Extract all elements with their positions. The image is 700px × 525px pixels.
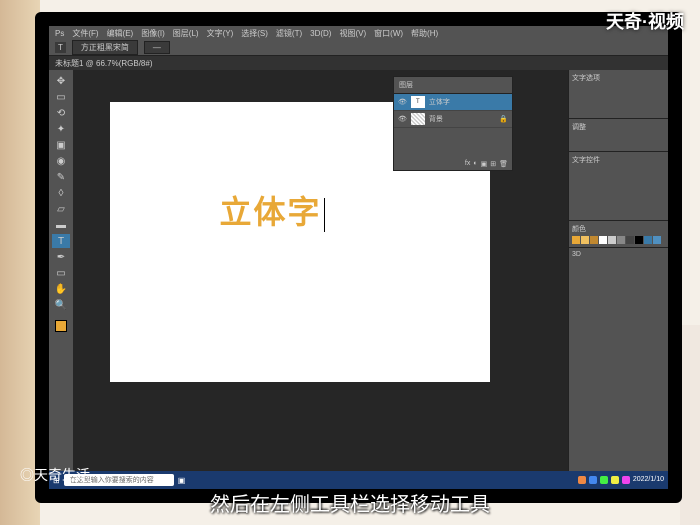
swatch[interactable]	[608, 236, 616, 244]
layer-name[interactable]: 立体字	[429, 97, 450, 107]
swatch[interactable]	[617, 236, 625, 244]
color-header: 颜色	[572, 224, 665, 234]
character-panel[interactable]: 文字控件	[569, 152, 668, 221]
menu-3d[interactable]: 3D(D)	[310, 29, 331, 38]
menu-window[interactable]: 窗口(W)	[374, 28, 403, 39]
swatch[interactable]	[644, 236, 652, 244]
watermark-top-right: 天奇·视频	[606, 8, 684, 34]
lock-icon: 🔒	[499, 115, 508, 123]
menu-view[interactable]: 视图(V)	[339, 28, 366, 39]
windows-taskbar[interactable]: ⊞ 在这里输入你要搜索的内容 ▣ 2022/1/10	[49, 471, 668, 489]
document-tab[interactable]: 未标题1 @ 66.7%(RGB/8#)	[55, 58, 152, 69]
stamp-tool[interactable]: ◊	[52, 186, 70, 200]
tray-icon[interactable]	[589, 476, 597, 484]
pen-tool[interactable]: ✒	[52, 250, 70, 264]
character-header: 文字控件	[572, 155, 665, 165]
menu-type[interactable]: 文字(Y)	[207, 28, 234, 39]
monitor-frame: Ps 文件(F) 编辑(E) 图像(I) 图层(L) 文字(Y) 选择(S) 滤…	[35, 12, 682, 503]
text-cursor	[324, 198, 325, 232]
menu-image[interactable]: 图像(I)	[141, 28, 165, 39]
swatch[interactable]	[572, 236, 580, 244]
color-swatch-fg[interactable]	[55, 320, 67, 332]
font-weight-select[interactable]: —	[144, 41, 170, 54]
3d-panel[interactable]: 3D	[569, 248, 668, 479]
right-panel-dock: 文字选项 调整 文字控件 颜色 3D	[568, 70, 668, 479]
new-layer-icon[interactable]: ⊞	[490, 160, 496, 168]
move-tool[interactable]: ✥	[52, 74, 70, 88]
menu-bar[interactable]: Ps 文件(F) 编辑(E) 图像(I) 图层(L) 文字(Y) 选择(S) 滤…	[49, 26, 668, 40]
swatch[interactable]	[653, 236, 661, 244]
main-workspace: ✥ ▭ ⟲ ✦ ▣ ◉ ✎ ◊ ▱ ▬ T ✒ ▭ ✋ 🔍 立体字	[49, 70, 668, 479]
color-swatches[interactable]	[572, 236, 665, 244]
wand-tool[interactable]: ✦	[52, 122, 70, 136]
properties-header: 文字选项	[572, 73, 665, 83]
menu-filter[interactable]: 滤镜(T)	[276, 28, 302, 39]
mask-icon[interactable]: ◐	[473, 160, 477, 168]
eraser-tool[interactable]: ▱	[52, 202, 70, 216]
clock[interactable]: 2022/1/10	[633, 476, 664, 484]
desk-notebook	[680, 325, 700, 525]
brush-tool[interactable]: ✎	[52, 170, 70, 184]
adjust-panel[interactable]: 调整	[569, 119, 668, 152]
swatch[interactable]	[581, 236, 589, 244]
layers-footer: fx ◐ ▣ ⊞ 🗑	[394, 158, 512, 170]
watermark-bottom-left: ◎天奇生活	[20, 465, 90, 485]
visibility-icon[interactable]: 👁	[398, 115, 407, 123]
menu-help[interactable]: 帮助(H)	[411, 28, 438, 39]
swatch[interactable]	[590, 236, 598, 244]
tray-icon[interactable]	[578, 476, 586, 484]
menu-file[interactable]: 文件(F)	[72, 28, 98, 39]
folder-icon[interactable]: ▣	[481, 160, 488, 168]
adjust-header: 调整	[572, 122, 665, 132]
video-subtitle: 然后在左侧工具栏选择移动工具	[210, 488, 490, 517]
ps-logo-icon: Ps	[55, 29, 64, 38]
color-panel[interactable]: 颜色	[569, 221, 668, 248]
marquee-tool[interactable]: ▭	[52, 90, 70, 104]
type-tool[interactable]: T	[52, 234, 70, 248]
lasso-tool[interactable]: ⟲	[52, 106, 70, 120]
options-bar[interactable]: T 方正粗黑宋简 —	[49, 40, 668, 56]
menu-edit[interactable]: 编辑(E)	[107, 28, 134, 39]
system-tray[interactable]: 2022/1/10	[578, 476, 664, 484]
desk-background-left	[0, 0, 40, 525]
menu-layer[interactable]: 图层(L)	[173, 28, 199, 39]
swatch[interactable]	[635, 236, 643, 244]
layers-panel-header: 图层	[394, 77, 512, 94]
tray-icon[interactable]	[622, 476, 630, 484]
trash-icon[interactable]: 🗑	[499, 160, 508, 168]
canvas-text-layer[interactable]: 立体字	[220, 187, 325, 233]
crop-tool[interactable]: ▣	[52, 138, 70, 152]
shape-tool[interactable]: ▭	[52, 266, 70, 280]
zoom-tool[interactable]: 🔍	[52, 298, 70, 312]
canvas-text-content: 立体字	[220, 194, 322, 230]
task-view-icon[interactable]: ▣	[178, 476, 186, 485]
layer-name[interactable]: 背景	[429, 114, 443, 124]
layer-thumb	[411, 113, 425, 125]
font-select[interactable]: 方正粗黑宋简	[72, 40, 138, 55]
tray-icon[interactable]	[611, 476, 619, 484]
layer-row-background[interactable]: 👁 背景 🔒	[394, 111, 512, 128]
visibility-icon[interactable]: 👁	[398, 98, 407, 106]
document-tab-bar: 未标题1 @ 66.7%(RGB/8#)	[49, 56, 668, 70]
tool-bar: ✥ ▭ ⟲ ✦ ▣ ◉ ✎ ◊ ▱ ▬ T ✒ ▭ ✋ 🔍	[49, 70, 73, 479]
tray-icon[interactable]	[600, 476, 608, 484]
3d-header: 3D	[572, 251, 665, 258]
swatch[interactable]	[626, 236, 634, 244]
layers-panel[interactable]: 图层 👁 T 立体字 👁 背景 🔒 fx ◐ ▣ ⊞ 🗑	[393, 76, 513, 171]
photoshop-window: Ps 文件(F) 编辑(E) 图像(I) 图层(L) 文字(Y) 选择(S) 滤…	[49, 26, 668, 489]
properties-panel[interactable]: 文字选项	[569, 70, 668, 119]
gradient-tool[interactable]: ▬	[52, 218, 70, 232]
fx-icon[interactable]: fx	[465, 160, 470, 168]
layer-thumb: T	[411, 96, 425, 108]
swatch[interactable]	[599, 236, 607, 244]
eyedropper-tool[interactable]: ◉	[52, 154, 70, 168]
menu-select[interactable]: 选择(S)	[241, 28, 268, 39]
hand-tool[interactable]: ✋	[52, 282, 70, 296]
type-tool-icon: T	[55, 42, 66, 53]
layer-row-text[interactable]: 👁 T 立体字	[394, 94, 512, 111]
